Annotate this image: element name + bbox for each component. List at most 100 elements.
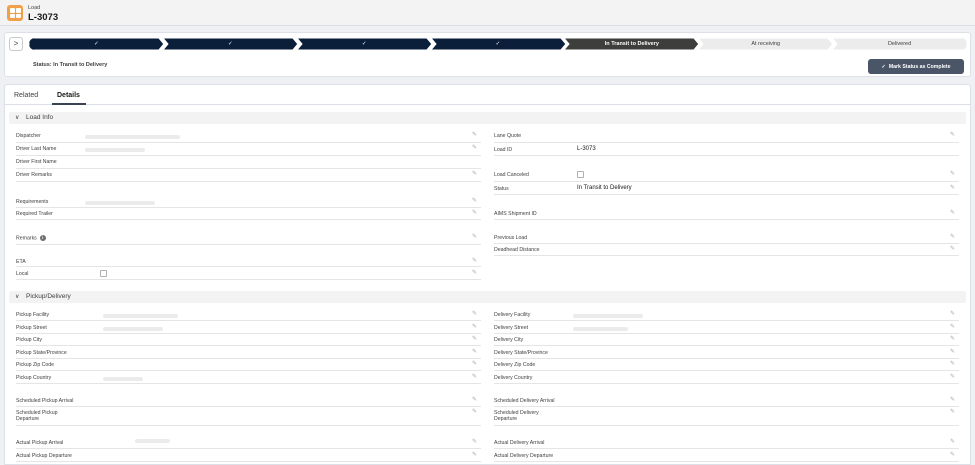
field-divider [494,142,959,143]
pencil-icon[interactable]: ✎ [472,396,477,403]
local-checkbox[interactable] [100,270,107,277]
redacted-value [573,314,643,318]
pencil-icon[interactable]: ✎ [950,245,955,252]
pencil-icon[interactable]: ✎ [950,209,955,216]
field-label-delivery-country: Delivery Country [494,375,533,381]
pencil-icon[interactable]: ✎ [472,269,477,276]
field-label-pickup-city: Pickup City [16,337,42,343]
path-step-6[interactable]: At receiving [698,38,834,50]
path-step-label: Delivered [887,41,912,47]
tab-related[interactable]: Related [14,92,38,99]
path-steps: ✓ ✓ ✓ ✓ In Transit to Delivery At receiving De… [29,38,967,50]
pencil-icon[interactable]: ✎ [950,360,955,367]
pencil-icon[interactable]: ✎ [950,323,955,330]
pencil-icon[interactable]: ✎ [472,335,477,342]
pencil-icon[interactable]: ✎ [950,438,955,445]
tab-active-indicator [52,103,86,105]
field-divider [16,333,481,334]
pencil-icon[interactable]: ✎ [950,233,955,240]
pencil-icon[interactable]: ✎ [472,131,477,138]
label-line-2: Departure [16,416,40,422]
field-label-local: Local [16,271,29,277]
pencil-icon[interactable]: ✎ [950,335,955,342]
field-label-pickup-street: Pickup Street [16,325,47,331]
field-label-driver-last-name: Driver Last Name [16,146,57,152]
field-label-previous-load: Previous Load [494,235,528,241]
redacted-value [135,439,170,443]
pencil-icon[interactable]: ✎ [472,144,477,151]
chevron-down-icon: ∨ [15,115,20,121]
field-label-dispatcher: Dispatcher [16,133,41,139]
tab-bar: Related Details [5,85,970,105]
field-label-lane-quote: Lane Quote [494,133,522,139]
path-toggle-button[interactable]: > [9,37,23,51]
pencil-icon[interactable]: ✎ [950,451,955,458]
redacted-value [85,135,180,139]
path-step-5[interactable]: In Transit to Delivery [564,38,700,50]
load-canceled-checkbox[interactable] [577,171,584,178]
pencil-icon[interactable]: ✎ [472,360,477,367]
redacted-value [85,201,155,205]
pencil-icon[interactable]: ✎ [472,408,477,415]
field-label-delivery-zip: Delivery Zip Code [494,362,536,368]
path-step-label: At receiving [751,41,781,47]
pencil-icon[interactable]: ✎ [472,170,477,177]
pencil-icon[interactable]: ✎ [950,373,955,380]
pencil-icon[interactable]: ✎ [950,131,955,138]
status-path-card: > ✓ ✓ ✓ ✓ In Transit to Delivery At receiving… [4,32,971,77]
field-label-remarks: Remarks i [16,235,46,241]
field-label-deadhead-distance: Deadhead Distance [494,247,540,253]
redacted-value [103,377,143,381]
pencil-icon[interactable]: ✎ [950,396,955,403]
check-icon: ✓ [881,63,886,70]
record-title: L-3073 [28,12,59,23]
load-id-value: L-3073 [577,146,596,152]
info-icon[interactable]: i [39,235,46,241]
mark-status-complete-button[interactable]: ✓ Mark Status as Complete [868,59,964,74]
pencil-icon[interactable]: ✎ [472,348,477,355]
field-label-driver-remarks: Driver Remarks [16,172,53,178]
field-label-delivery-state: Delivery State/Province [494,350,548,356]
field-divider [494,320,959,321]
field-label-pickup-facility: Pickup Facility [16,312,50,318]
check-icon: ✓ [227,41,233,47]
field-divider [494,406,959,407]
tab-details[interactable]: Details [57,92,80,99]
field-divider [494,155,959,156]
section-pickup-delivery-header[interactable]: ∨ Pickup/Delivery [9,291,966,303]
field-divider [16,425,481,426]
pencil-icon[interactable]: ✎ [950,184,955,191]
field-divider [16,406,481,407]
path-step-2[interactable]: ✓ [162,38,298,50]
pencil-icon[interactable]: ✎ [950,310,955,317]
field-divider [16,345,481,346]
pencil-icon[interactable]: ✎ [472,310,477,317]
pencil-icon[interactable]: ✎ [472,197,477,204]
pencil-icon[interactable]: ✎ [472,257,477,264]
record-detail-card: Related Details ∨ Load Info Dispatcher ✎… [4,84,971,465]
path-step-7[interactable]: Delivered [832,38,967,50]
field-divider [16,244,481,245]
pencil-icon[interactable]: ✎ [950,170,955,177]
section-title: Pickup/Delivery [26,293,71,300]
path-step-3[interactable]: ✓ [296,38,432,50]
pencil-icon[interactable]: ✎ [472,323,477,330]
field-label-pickup-zip: Pickup Zip Code [16,362,55,368]
field-divider [494,345,959,346]
pencil-icon[interactable]: ✎ [950,408,955,415]
pencil-icon[interactable]: ✎ [472,233,477,240]
mark-status-complete-label: Mark Status as Complete [888,63,951,70]
section-load-info-header[interactable]: ∨ Load Info [9,112,966,124]
pencil-icon[interactable]: ✎ [472,438,477,445]
field-label-load-id: Load ID [494,147,513,153]
pencil-icon[interactable]: ✎ [472,209,477,216]
path-step-1[interactable]: ✓ [29,38,164,50]
pencil-icon[interactable]: ✎ [472,451,477,458]
pencil-icon[interactable]: ✎ [950,348,955,355]
field-label-scheduled-pickup-departure: Scheduled Pickup Departure [16,410,58,422]
field-divider [494,219,959,220]
field-divider [494,181,959,182]
path-step-4[interactable]: ✓ [430,38,566,50]
pencil-icon[interactable]: ✎ [472,373,477,380]
redacted-value [103,327,163,331]
